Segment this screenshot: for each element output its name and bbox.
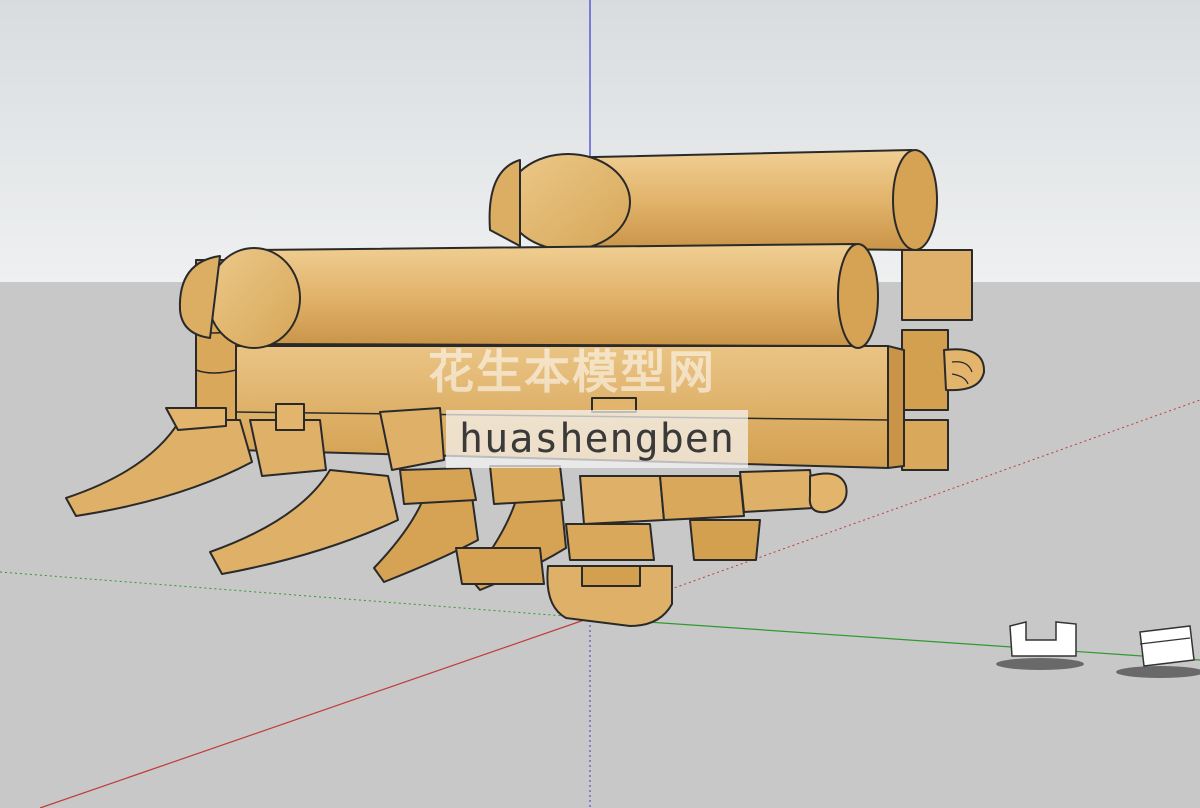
bracket-block-7[interactable] [579, 475, 665, 525]
bracket-block-10[interactable] [739, 469, 815, 513]
watermark-english: huashengben [446, 410, 748, 468]
back-log-end[interactable] [892, 149, 938, 251]
bracket-block-9[interactable] [689, 519, 761, 561]
front-log[interactable] [249, 243, 869, 347]
right-post-lower[interactable] [901, 329, 949, 411]
right-post-upper[interactable] [901, 249, 973, 321]
lower-block-left[interactable] [455, 547, 545, 585]
back-log-front-cap[interactable] [505, 153, 631, 251]
right-post-bottom[interactable] [901, 419, 949, 471]
component-instance-icon [1139, 625, 1195, 667]
bracket-block-5[interactable] [399, 467, 477, 505]
front-log-end[interactable] [837, 243, 879, 349]
lower-block-mid[interactable] [565, 523, 655, 561]
sketchup-viewport[interactable]: 花生本模型网 huashengben [0, 0, 1200, 808]
bracket-block-4[interactable] [379, 407, 445, 471]
main-beam-side [887, 345, 905, 469]
right-carving[interactable] [943, 348, 986, 392]
base-block-notch[interactable] [581, 565, 641, 587]
watermark-chinese: 花生本模型网 [428, 345, 716, 399]
bracket-block-3[interactable] [275, 403, 305, 431]
front-log-front-cap[interactable] [207, 247, 301, 349]
bracket-block-6[interactable] [489, 465, 565, 505]
bracket-block-8[interactable] [659, 475, 745, 521]
scene-canvas[interactable] [0, 0, 1200, 808]
